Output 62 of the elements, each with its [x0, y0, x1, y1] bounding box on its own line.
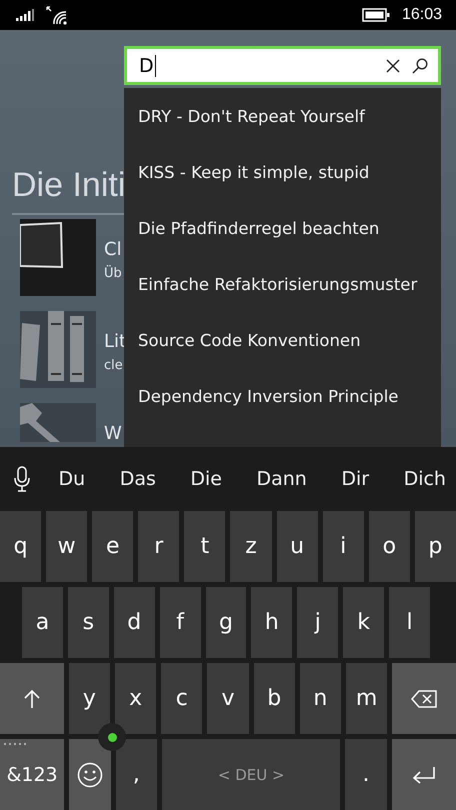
letter-key[interactable]: l [389, 587, 430, 658]
letter-key[interactable]: i [322, 511, 364, 582]
symbols-key[interactable]: &123 [0, 739, 64, 810]
word-suggestion[interactable]: Du [52, 468, 92, 490]
letter-key[interactable]: o [368, 511, 410, 582]
suggestion-item[interactable]: Die Pfadfinderregel beachten [124, 200, 441, 256]
letter-key[interactable]: k [343, 587, 384, 658]
suggestion-item[interactable]: DRY - Don't Repeat Yourself [124, 88, 441, 144]
suggestion-item[interactable]: KISS - Keep it simple, stupid [124, 144, 441, 200]
item-subtitle: cle [104, 358, 124, 373]
letter-key[interactable]: e [92, 511, 134, 582]
letter-key[interactable]: y [68, 663, 110, 734]
shift-arrow-icon [24, 688, 40, 708]
close-icon[interactable] [386, 58, 400, 72]
word-suggestion[interactable]: Dann [250, 468, 313, 490]
letter-key[interactable]: z [230, 511, 272, 582]
space-key[interactable]: < DEU > [162, 739, 340, 810]
page-title: Die Initi [12, 166, 126, 205]
suggestion-item[interactable]: Source Code Konventionen [124, 312, 441, 368]
search-field[interactable]: D [124, 46, 441, 85]
clock-time: 16:03 [402, 6, 442, 24]
letter-key[interactable]: d [114, 587, 155, 658]
letter-key[interactable]: w [46, 511, 88, 582]
letter-key[interactable]: n [300, 663, 341, 734]
letter-key[interactable]: j [297, 587, 338, 658]
emoji-key[interactable] [69, 739, 111, 810]
enter-arrow-icon [412, 766, 436, 784]
letter-key[interactable]: b [254, 663, 295, 734]
letter-key[interactable]: c [161, 663, 202, 734]
period-key[interactable]: . [345, 739, 387, 810]
search-icon[interactable] [412, 58, 428, 74]
item-title[interactable]: Cl [104, 238, 122, 260]
letter-key[interactable]: r [138, 511, 180, 582]
letter-key[interactable]: s [68, 587, 109, 658]
letter-key[interactable]: f [160, 587, 201, 658]
suggestion-item[interactable]: Dependency Inversion Principle [124, 368, 441, 424]
letter-key[interactable]: t [184, 511, 226, 582]
signal-icon [16, 8, 34, 21]
letter-key[interactable]: v [207, 663, 249, 734]
comma-key[interactable]: , [116, 739, 158, 810]
letter-key[interactable]: h [251, 587, 292, 658]
word-suggestion[interactable]: Dir [335, 468, 376, 490]
letter-key[interactable]: a [22, 587, 63, 658]
letter-key[interactable]: m [346, 663, 388, 734]
wifi-icon [46, 4, 68, 25]
smiley-icon [76, 762, 103, 788]
books-icon [20, 310, 96, 388]
letter-key[interactable]: p [414, 511, 456, 582]
word-suggestion[interactable]: Die [184, 468, 228, 490]
word-suggestion[interactable]: Das [114, 468, 162, 490]
letter-key[interactable]: g [206, 587, 246, 658]
backspace-icon [411, 690, 438, 708]
letter-key[interactable]: q [0, 511, 42, 582]
backspace-key[interactable] [392, 663, 456, 734]
letter-key[interactable]: x [115, 663, 156, 734]
battery-icon [362, 8, 390, 22]
microphone-icon[interactable] [14, 466, 30, 492]
item-subtitle: Üb [104, 266, 122, 281]
word-suggestion[interactable]: Dich [398, 468, 452, 490]
suggestion-item[interactable]: Einfache Refaktorisierungsmuster [124, 256, 441, 312]
item-title[interactable]: W [104, 422, 122, 444]
letter-key[interactable]: u [276, 511, 318, 582]
